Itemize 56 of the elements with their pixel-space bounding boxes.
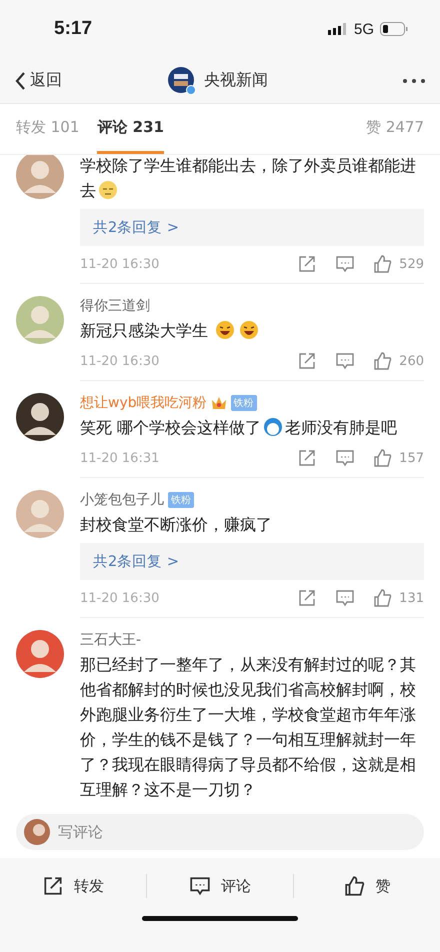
emoji-icon: [98, 180, 118, 200]
username[interactable]: 得你三道剑: [80, 297, 150, 315]
clock: 5:17: [54, 18, 92, 40]
like-count: 157: [399, 450, 424, 466]
action-button[interactable]: 转发: [0, 874, 146, 898]
comment-text: 笑死 哪个学校会这样做了 老师没有肺是吧: [80, 416, 398, 439]
comment-input[interactable]: 写评论: [16, 814, 424, 850]
thumbs-up-icon[interactable]: [373, 254, 394, 274]
action-button[interactable]: 评论: [147, 874, 293, 898]
share-icon[interactable]: [297, 254, 318, 274]
signal-icon: [328, 23, 348, 35]
comment-icon: [189, 875, 211, 897]
comment-time: 11-20 16:31: [80, 450, 160, 466]
thumbs-up-icon: [344, 875, 366, 897]
laughing-emoji-icon: [215, 320, 236, 340]
battery-icon: [380, 22, 408, 36]
comment-time: 11-20 16:30: [80, 590, 160, 606]
back-button[interactable]: 返回: [14, 70, 62, 91]
thumbs-up-icon[interactable]: [373, 351, 394, 371]
logo-icon: [168, 66, 196, 94]
crown-icon: [210, 396, 227, 410]
like-count: 131: [399, 590, 424, 606]
comment-icon[interactable]: [335, 254, 356, 274]
share-icon[interactable]: [297, 588, 318, 608]
fan-badge: 铁粉: [230, 395, 257, 411]
comment-icon[interactable]: [335, 448, 356, 468]
share-icon: [42, 875, 64, 897]
network-type: 5G: [354, 20, 374, 38]
comment-icon[interactable]: [335, 588, 356, 608]
account-name: 央视新闻: [204, 70, 268, 91]
avatar: [24, 819, 50, 845]
replies-link[interactable]: 共2条回复 >: [80, 543, 424, 580]
avatar[interactable]: [16, 393, 64, 441]
thumbs-up-icon[interactable]: [373, 588, 394, 608]
action-button[interactable]: 赞: [294, 874, 440, 898]
replies-link[interactable]: 共2条回复 >: [80, 209, 424, 246]
fan-badge: 铁粉: [168, 492, 194, 508]
comment-time: 11-20 16:30: [80, 354, 160, 368]
like-count: 529: [399, 256, 424, 272]
username[interactable]: 小笼包包子儿: [80, 491, 164, 509]
comment-icon[interactable]: [335, 351, 356, 371]
like-count: 260: [399, 354, 424, 368]
more-icon[interactable]: [402, 78, 426, 84]
username[interactable]: 三石大王-: [80, 631, 142, 649]
thumbs-up-icon[interactable]: [373, 448, 394, 468]
share-icon[interactable]: [297, 351, 318, 371]
comment-text: 那已经封了一整年了，从来没有解封过的呢？其他省都解封的时候也没见我们省高校解封啊，校外跑腿业务衍生了一大堆，学校食堂超市年年涨价，学生的钱不是钱了？一句相互理解就封一年了？我现在眼睛得病了导员都不给假，这就是相互理解？这不是一刀切？: [80, 654, 417, 801]
emoji-icon: [263, 417, 284, 437]
comment-time: 11-20 16:30: [80, 256, 160, 272]
share-icon[interactable]: [297, 448, 318, 468]
comment-text: 封校食堂不断涨价，赚疯了: [80, 514, 273, 536]
comment-text: 新冠只感染大学生: [80, 318, 424, 343]
comment-text: 学校除了学生谁都能出去，除了外卖员谁都能进去: [80, 155, 417, 202]
back-icon[interactable]: [14, 70, 26, 90]
laughing-emoji-icon: [239, 320, 260, 340]
tab[interactable]: 评论 231: [97, 104, 164, 154]
